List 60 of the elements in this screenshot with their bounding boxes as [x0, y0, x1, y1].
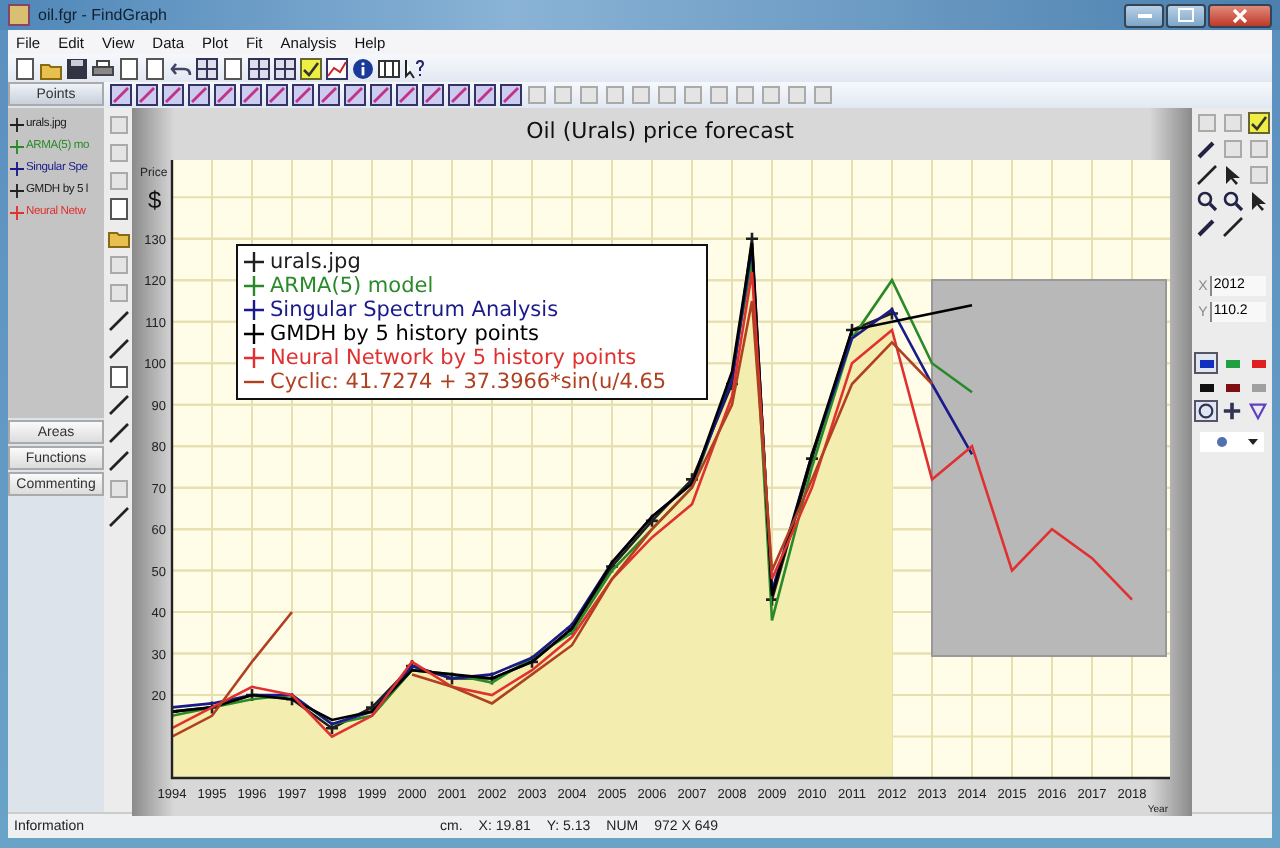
unit-label: $: [148, 186, 162, 214]
chart-tool-icon[interactable]: [136, 84, 158, 106]
help-cursor-icon[interactable]: [404, 57, 426, 79]
new-file-icon[interactable]: [14, 57, 36, 79]
pointer-icon[interactable]: [1247, 190, 1269, 212]
chart-tool-icon[interactable]: [292, 84, 314, 106]
dot-icon: [1216, 436, 1228, 448]
triangle-marker-icon[interactable]: [1246, 400, 1270, 422]
line-icon[interactable]: [1195, 164, 1217, 186]
document-icon[interactable]: [118, 57, 140, 79]
chart-tool-icon[interactable]: [396, 84, 418, 106]
line-icon[interactable]: [107, 394, 129, 416]
close-icon: [1232, 7, 1248, 23]
printer-icon[interactable]: [92, 57, 114, 79]
pen-icon[interactable]: [1195, 138, 1217, 160]
plus-marker-icon[interactable]: [1220, 400, 1244, 422]
chart-tool-icon[interactable]: [422, 84, 444, 106]
chart-tool-icon[interactable]: [240, 84, 262, 106]
chart-tool-icon[interactable]: [344, 84, 366, 106]
legend-label: urals.jpg: [270, 250, 361, 274]
chart-tool-icon[interactable]: [474, 84, 496, 106]
chart-tool-icon[interactable]: [500, 84, 522, 106]
chart-tool-icon[interactable]: [318, 84, 340, 106]
document-icon[interactable]: [107, 198, 129, 220]
legend-label: Neural Network by 5 history points: [270, 346, 637, 370]
line-icon[interactable]: [107, 450, 129, 472]
chart-title: Oil (Urals) price forecast: [526, 118, 794, 144]
chart-tool-icon[interactable]: [110, 84, 132, 106]
line-icon[interactable]: [107, 338, 129, 360]
pen-icon[interactable]: [1195, 216, 1217, 238]
document-icon[interactable]: [107, 366, 129, 388]
magnifier-icon[interactable]: [1221, 190, 1243, 212]
folder-icon[interactable]: [107, 226, 129, 248]
save-icon[interactable]: [66, 57, 88, 79]
maximize-button[interactable]: [1166, 3, 1206, 27]
line-icon[interactable]: [107, 310, 129, 332]
circle-marker-icon[interactable]: [1194, 400, 1218, 422]
minimize-button[interactable]: [1124, 3, 1164, 27]
chart-tool-icon[interactable]: [214, 84, 236, 106]
chart-tool-icon[interactable]: [188, 84, 210, 106]
line-icon[interactable]: [1221, 216, 1243, 238]
caret-icon: [1248, 438, 1258, 446]
line-icon[interactable]: [107, 422, 129, 444]
pointer-icon[interactable]: [1221, 164, 1243, 186]
color-swatch[interactable]: [1194, 352, 1218, 374]
window-title: oil.fgr - FindGraph: [38, 6, 169, 24]
line-icon[interactable]: [107, 506, 129, 528]
marker-dropdown[interactable]: [1200, 432, 1264, 452]
chart-tool-icon[interactable]: [266, 84, 288, 106]
close-button[interactable]: [1208, 3, 1272, 27]
legend-label: GMDH by 5 history points: [270, 322, 539, 346]
legend-label: Cyclic: 41.7274 + 37.3966*sin(u/4.65: [270, 370, 667, 394]
info-icon[interactable]: [352, 57, 374, 79]
chart-tool-icon[interactable]: [370, 84, 392, 106]
legend-label: ARMA(5) model: [270, 274, 434, 298]
legend-label: Singular Spectrum Analysis: [270, 298, 559, 322]
chart-tool-icon[interactable]: [162, 84, 184, 106]
chart-tool-icon[interactable]: [448, 84, 470, 106]
document-icon[interactable]: [222, 57, 244, 79]
magnifier-icon[interactable]: [1195, 190, 1217, 212]
